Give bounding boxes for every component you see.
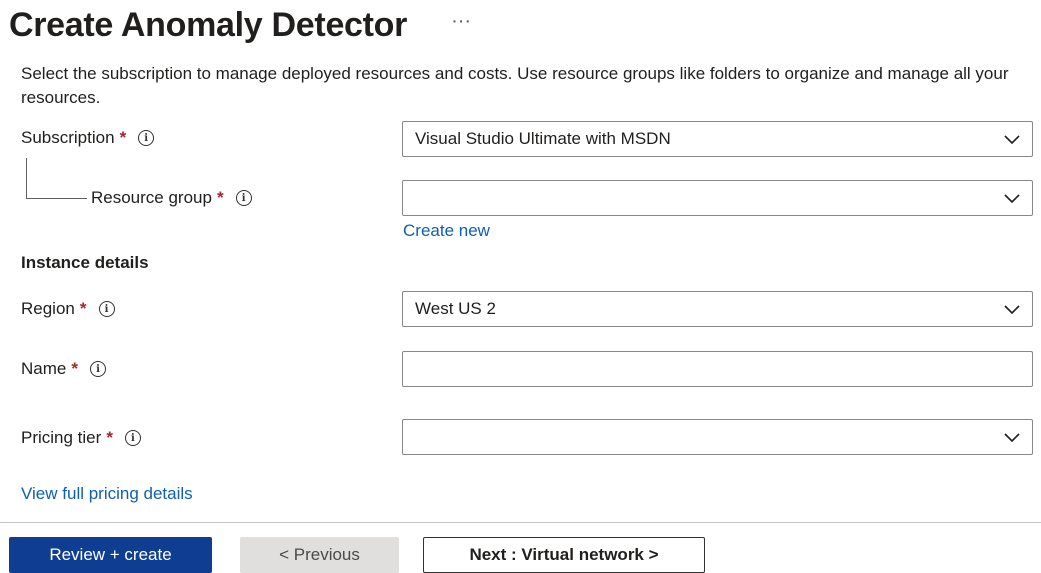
region-label-text: Region [21, 299, 75, 318]
region-dropdown[interactable]: West US 2 [402, 291, 1033, 327]
required-marker: * [119, 128, 127, 147]
page-title: Create Anomaly Detector [9, 5, 408, 44]
subscription-value: Visual Studio Ultimate with MSDN [415, 129, 671, 148]
review-create-button[interactable]: Review + create [9, 537, 212, 573]
pricing-tier-label-text: Pricing tier [21, 428, 102, 447]
info-icon[interactable]: i [98, 301, 115, 317]
pricing-tier-label: Pricing tier * i [21, 428, 141, 448]
required-marker: * [216, 188, 224, 207]
name-label: Name * i [21, 359, 106, 379]
region-label: Region * i [21, 299, 115, 319]
page-header: Create Anomaly Detector ··· [9, 2, 471, 48]
resource-group-dropdown[interactable] [402, 180, 1033, 216]
info-icon[interactable]: i [89, 361, 106, 377]
info-icon[interactable]: i [138, 130, 155, 146]
chevron-down-icon [1004, 433, 1020, 443]
subscription-label: Subscription * i [21, 128, 155, 148]
next-button[interactable]: Next : Virtual network > [423, 537, 705, 573]
resource-group-label-text: Resource group [91, 188, 212, 207]
subscription-label-text: Subscription [21, 128, 115, 147]
subscription-dropdown[interactable]: Visual Studio Ultimate with MSDN [402, 121, 1033, 157]
page-description: Select the subscription to manage deploy… [21, 64, 1009, 107]
view-pricing-link[interactable]: View full pricing details [21, 484, 193, 504]
resource-group-label: Resource group * i [91, 188, 252, 208]
info-icon[interactable]: i [124, 430, 141, 446]
name-label-text: Name [21, 359, 67, 378]
name-input[interactable] [402, 351, 1033, 387]
footer-divider [0, 522, 1041, 523]
required-marker: * [106, 428, 113, 447]
pricing-tier-dropdown[interactable] [402, 419, 1033, 455]
required-marker: * [71, 359, 78, 378]
previous-button[interactable]: < Previous [240, 537, 399, 573]
chevron-down-icon [1004, 194, 1020, 204]
create-new-link[interactable]: Create new [403, 221, 490, 241]
tree-connector [26, 158, 87, 199]
chevron-down-icon [1004, 305, 1020, 315]
more-icon[interactable]: ··· [451, 10, 471, 33]
instance-details-heading: Instance details [21, 253, 149, 272]
info-icon[interactable]: i [235, 190, 252, 206]
region-value: West US 2 [415, 299, 496, 318]
chevron-down-icon [1004, 135, 1020, 145]
required-marker: * [79, 299, 87, 318]
